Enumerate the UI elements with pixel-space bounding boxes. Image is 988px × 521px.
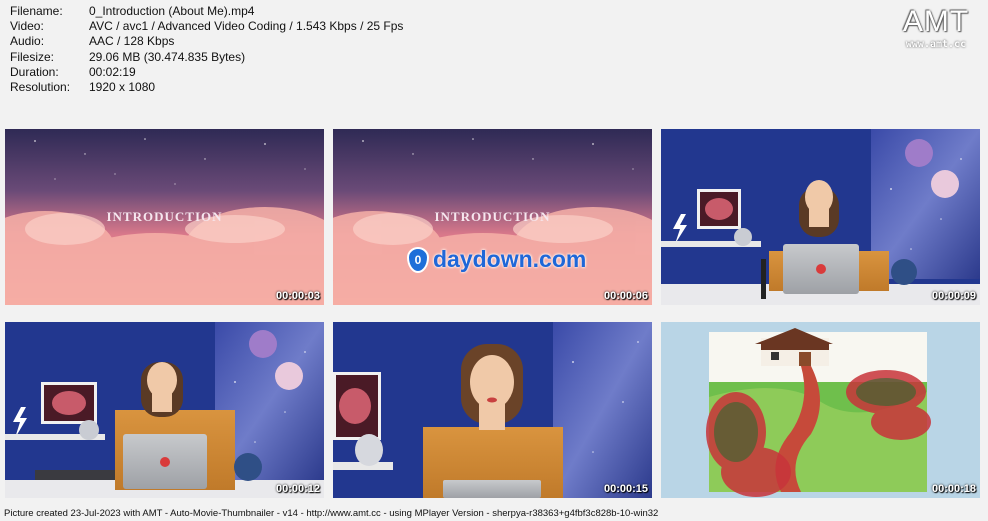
thumbnail-1[interactable]: INTRODUCTION 00:00:03: [5, 129, 324, 305]
studio-close-frame: [333, 322, 652, 498]
info-row-duration: Duration: 00:02:19: [10, 65, 570, 80]
info-label: Resolution:: [10, 80, 71, 92]
intro-title: INTRODUCTION: [434, 209, 551, 224]
timestamp: 00:00:15: [603, 483, 648, 495]
info-label: Audio:: [10, 34, 45, 49]
studio-frame: [661, 129, 980, 305]
timestamp: 00:00:03: [275, 290, 320, 302]
logo-mark: AMT: [902, 5, 970, 38]
thumbnail-2[interactable]: INTRODUCTION 0 daydown.com 00:00:06: [333, 129, 652, 305]
info-value: 1920 x 1080: [89, 80, 156, 92]
info-row-filesize: Filesize: 29.06 MB (30.474.835 Bytes): [10, 50, 570, 65]
info-value: 29.06 MB (30.474.835 Bytes): [89, 49, 246, 64]
watermark-text: daydown.com: [433, 246, 587, 272]
timestamp: 00:00:09: [931, 290, 976, 302]
info-row-filename: Filename: 0_Introduction (About Me).mp4: [10, 4, 570, 19]
info-row-video: Video: AVC / avc1 / Advanced Video Coding…: [10, 19, 570, 34]
timestamp: 00:00:12: [275, 483, 320, 495]
info-label: Duration:: [10, 64, 59, 79]
thumbnail-5[interactable]: 00:00:15: [333, 322, 652, 498]
info-row-audio: Audio: AAC / 128 Kbps: [10, 34, 570, 49]
timestamp: 00:00:18: [931, 483, 976, 495]
timestamp: 00:00:06: [603, 290, 648, 302]
info-value: 0_Introduction (About Me).mp4: [89, 4, 255, 18]
info-label: Filename:: [10, 4, 63, 18]
watermark-drop-icon: 0: [407, 246, 429, 273]
info-value: 00:02:19: [89, 64, 136, 79]
info-value: AVC / avc1 / Advanced Video Coding / 1.5…: [89, 19, 404, 34]
logo-url: www.amt.cc: [905, 39, 967, 50]
info-row-resolution: Resolution: 1920 x 1080: [10, 80, 570, 92]
info-value: AAC / 128 Kbps: [89, 34, 175, 49]
studio-frame: [5, 322, 324, 498]
thumbnail-4[interactable]: 00:00:12: [5, 322, 324, 498]
footer-credit: Picture created 23-Jul-2023 with AMT - A…: [4, 508, 659, 519]
info-label: Filesize:: [10, 49, 55, 64]
watermark: 0 daydown.com: [407, 246, 586, 273]
thumbnail-3[interactable]: 00:00:09: [661, 129, 980, 305]
intro-title: INTRODUCTION: [106, 209, 223, 224]
info-label: Video:: [10, 19, 44, 34]
painting-frame: [661, 322, 980, 498]
amt-logo: AMT www.amt.cc: [890, 6, 982, 51]
file-info-panel: Filename: 0_Introduction (About Me).mp4 V…: [10, 4, 570, 92]
thumbnail-6[interactable]: 00:00:18: [661, 322, 980, 498]
